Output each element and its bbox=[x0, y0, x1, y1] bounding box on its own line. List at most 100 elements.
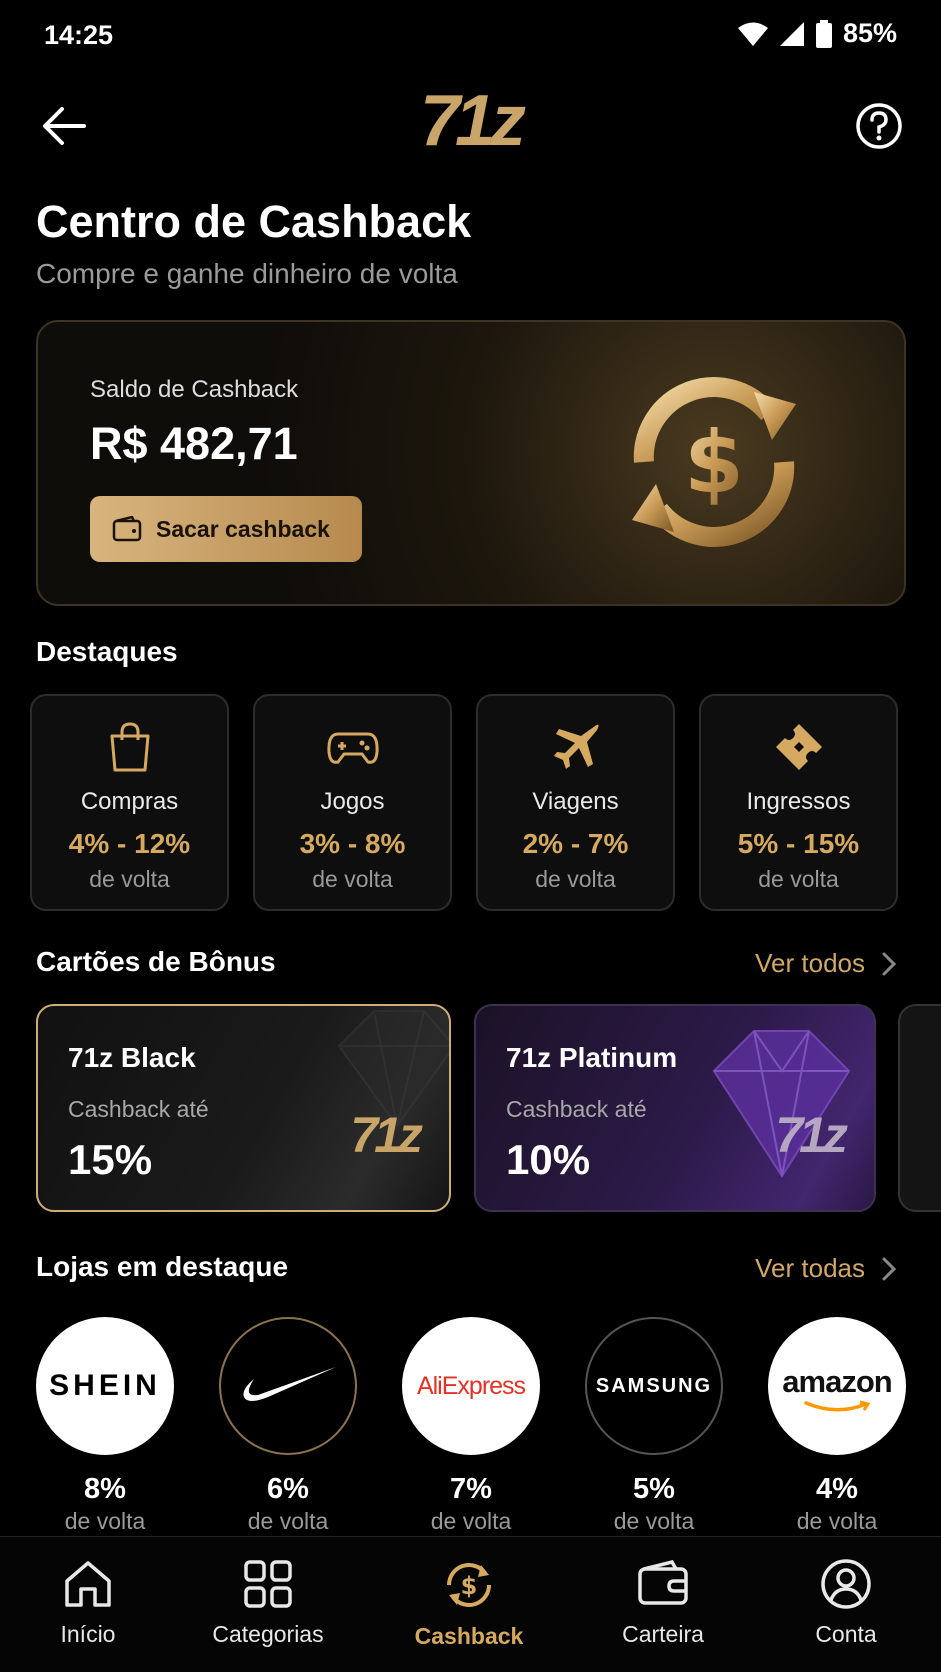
withdraw-cashback-button[interactable]: Sacar cashback bbox=[90, 496, 362, 562]
store-percent: 7% bbox=[450, 1473, 492, 1505]
bottom-navigation: Início Categorias $ Cashback Carteira Co… bbox=[0, 1536, 941, 1672]
store-logo-text: SHEIN bbox=[49, 1369, 161, 1402]
bonus-card-platinum[interactable]: 71z Platinum Cashback até 10% 71z bbox=[474, 1004, 876, 1212]
ticket-icon bbox=[775, 724, 822, 770]
highlight-back-label: de volta bbox=[535, 866, 616, 892]
chevron-right-icon bbox=[882, 1257, 897, 1280]
highlight-name: Viagens bbox=[532, 788, 619, 815]
bonus-see-all-label: Ver todos bbox=[755, 948, 865, 978]
store-percent: 6% bbox=[267, 1473, 309, 1505]
aliexpress-logo: AliExpress bbox=[402, 1317, 540, 1455]
store-percent: 5% bbox=[633, 1473, 675, 1505]
highlight-range: 2% - 7% bbox=[522, 828, 629, 859]
back-button[interactable] bbox=[36, 102, 92, 150]
chevron-right-icon bbox=[882, 952, 897, 975]
grid-icon bbox=[244, 1560, 292, 1608]
highlight-back-label: de volta bbox=[89, 866, 170, 892]
account-icon bbox=[821, 1559, 871, 1609]
store-nike[interactable]: 6% de volta bbox=[219, 1317, 357, 1535]
stores-see-all-label: Ver todas bbox=[755, 1253, 865, 1283]
wallet-icon bbox=[638, 1559, 688, 1605]
store-back-label: de volta bbox=[247, 1508, 329, 1534]
svg-text:$: $ bbox=[461, 1572, 478, 1600]
stores-title: Lojas em destaque bbox=[36, 1251, 289, 1282]
bonus-card-percent: 10% bbox=[506, 1136, 591, 1183]
nav-label: Carteira bbox=[622, 1621, 704, 1647]
nav-item-cashback[interactable]: $ Cashback bbox=[389, 1557, 549, 1650]
bonus-cards-title: Cartões de Bônus bbox=[36, 946, 276, 977]
store-amazon[interactable]: amazon 4% de volta bbox=[768, 1317, 906, 1535]
bonus-card-name: 71z Black bbox=[68, 1042, 196, 1073]
nav-item-categorias[interactable]: Categorias bbox=[188, 1557, 348, 1648]
highlight-back-label: de volta bbox=[312, 866, 393, 892]
amazon-logo: amazon bbox=[768, 1317, 906, 1455]
nav-item-conta[interactable]: Conta bbox=[766, 1557, 926, 1648]
highlight-card-viagens[interactable]: Viagens 2% - 7% de volta bbox=[476, 694, 675, 911]
highlight-card-jogos[interactable]: Jogos 3% - 8% de volta bbox=[253, 694, 452, 911]
nav-label: Cashback bbox=[414, 1623, 524, 1649]
store-shein[interactable]: SHEIN 8% de volta bbox=[36, 1317, 174, 1535]
store-logo-text: SAMSUNG bbox=[595, 1374, 713, 1397]
highlights-title: Destaques bbox=[36, 636, 178, 667]
store-back-label: de volta bbox=[430, 1508, 512, 1534]
highlight-range: 3% - 8% bbox=[299, 828, 406, 859]
amazon-smile-icon bbox=[804, 1400, 871, 1412]
app-logo: 71z bbox=[419, 81, 526, 161]
shein-logo: SHEIN bbox=[36, 1317, 174, 1455]
store-percent: 8% bbox=[84, 1473, 126, 1505]
gamepad-icon bbox=[326, 732, 379, 764]
battery-icon bbox=[815, 19, 832, 48]
cashback-emblem-icon: $ bbox=[632, 377, 796, 547]
highlight-range: 4% - 12% bbox=[68, 828, 191, 859]
airplane-icon bbox=[553, 724, 599, 769]
highlight-card-compras[interactable]: Compras 4% - 12% de volta bbox=[30, 694, 229, 911]
top-bar: 71z bbox=[0, 80, 941, 170]
samsung-logo: SAMSUNG bbox=[585, 1317, 723, 1455]
store-back-label: de volta bbox=[796, 1508, 878, 1534]
nike-swoosh-icon bbox=[243, 1367, 336, 1401]
bonus-card-black[interactable]: 71z Black Cashback até 15% 71z bbox=[36, 1004, 451, 1212]
bonus-card-logo: 71z bbox=[775, 1107, 848, 1163]
status-icons: 85% bbox=[737, 18, 897, 49]
stores-see-all-link[interactable]: Ver todas bbox=[755, 1253, 897, 1284]
svg-text:$: $ bbox=[684, 413, 744, 513]
bonus-card-subtitle: Cashback até bbox=[68, 1096, 209, 1122]
store-logo-text: AliExpress bbox=[416, 1371, 526, 1400]
bonus-see-all-link[interactable]: Ver todos bbox=[755, 948, 897, 979]
nav-label: Início bbox=[60, 1621, 116, 1647]
highlight-range: 5% - 15% bbox=[737, 828, 860, 859]
highlight-name: Ingressos bbox=[746, 788, 851, 815]
withdraw-cashback-label: Sacar cashback bbox=[156, 515, 330, 542]
arrow-left-icon bbox=[43, 107, 86, 145]
highlight-back-label: de volta bbox=[758, 866, 839, 892]
store-aliexpress[interactable]: AliExpress 7% de volta bbox=[402, 1317, 540, 1535]
balance-value: R$ 482,71 bbox=[90, 418, 298, 469]
status-time: 14:25 bbox=[44, 20, 114, 50]
nike-logo bbox=[219, 1317, 357, 1455]
bonus-card-logo: 71z bbox=[350, 1107, 423, 1163]
highlight-card-ingressos[interactable]: Ingressos 5% - 15% de volta bbox=[699, 694, 898, 911]
highlight-name: Jogos bbox=[320, 788, 385, 815]
store-percent: 4% bbox=[816, 1473, 858, 1505]
store-samsung[interactable]: SAMSUNG 5% de volta bbox=[585, 1317, 723, 1535]
help-button[interactable] bbox=[855, 102, 903, 150]
page-title: Centro de Cashback bbox=[36, 196, 472, 247]
balance-card: Saldo de Cashback R$ 482,71 Sacar cashba… bbox=[36, 320, 906, 606]
cashback-icon: $ bbox=[447, 1563, 491, 1607]
bonus-card-percent: 15% bbox=[68, 1136, 153, 1183]
store-logo-text: amazon bbox=[782, 1364, 892, 1399]
battery-level: 85% bbox=[842, 18, 897, 48]
balance-label: Saldo de Cashback bbox=[90, 376, 299, 403]
bonus-card-next-partial[interactable] bbox=[898, 1004, 941, 1212]
nav-item-carteira[interactable]: Carteira bbox=[583, 1557, 743, 1648]
store-back-label: de volta bbox=[613, 1508, 695, 1534]
store-back-label: de volta bbox=[64, 1508, 146, 1534]
wifi-icon bbox=[737, 22, 768, 46]
shopping-bag-icon bbox=[110, 722, 149, 772]
bonus-card-name: 71z Platinum bbox=[506, 1042, 678, 1073]
nav-item-inicio[interactable]: Início bbox=[8, 1557, 168, 1648]
nav-label: Conta bbox=[815, 1621, 877, 1647]
highlight-name: Compras bbox=[80, 788, 179, 815]
bonus-card-subtitle: Cashback até bbox=[506, 1096, 647, 1122]
wallet-icon bbox=[112, 516, 142, 542]
